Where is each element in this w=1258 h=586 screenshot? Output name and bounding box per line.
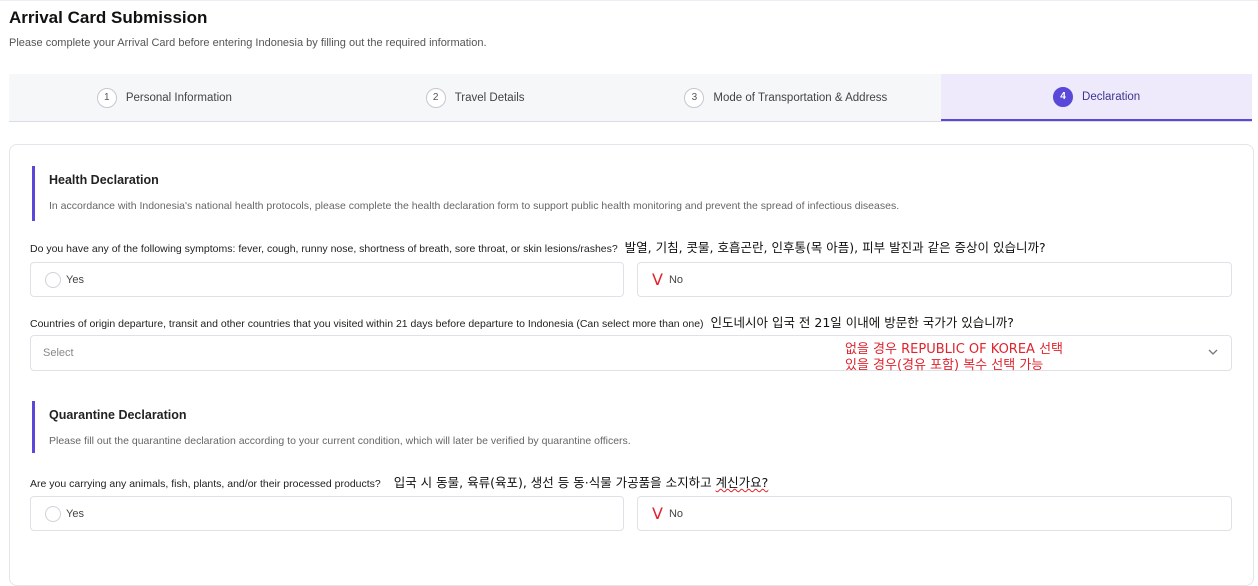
korean-note: 입국 시 동물, 육류(육포), 생선 등 동·식물 가공품을 소지하고 계신가… bbox=[394, 475, 769, 490]
symptoms-question: Do you have any of the following symptom… bbox=[30, 237, 1046, 256]
page-title: Arrival Card Submission bbox=[9, 8, 208, 27]
korean-note-tail: 계신가요? bbox=[715, 475, 769, 490]
option-label: No bbox=[668, 507, 684, 520]
question-text: Do you have any of the following symptom… bbox=[30, 243, 618, 255]
symptoms-no-option[interactable]: V No bbox=[637, 262, 1232, 297]
option-label: Yes bbox=[66, 507, 84, 520]
step-number: 1 bbox=[96, 87, 117, 108]
section-description: In accordance with Indonesia's national … bbox=[49, 200, 900, 212]
annotation-line: 없을 경우 REPUBLIC OF KOREA 선택 bbox=[845, 342, 1063, 357]
radio-icon bbox=[45, 505, 61, 522]
question-text: Countries of origin departure, transit a… bbox=[30, 318, 704, 330]
step-mode-of-transportation[interactable]: 3 Mode of Transportation & Address bbox=[631, 74, 942, 121]
step-declaration[interactable]: 4 Declaration bbox=[941, 74, 1252, 121]
radio-icon bbox=[45, 271, 61, 288]
checkmark-annotation: V bbox=[652, 270, 663, 289]
korean-note: 인도네시아 입국 전 21일 이내에 방문한 국가가 있습니까? bbox=[710, 315, 1014, 330]
question-text: Are you carrying any animals, fish, plan… bbox=[30, 478, 381, 490]
korean-note: 발열, 기침, 콧물, 호흡곤란, 인후통(목 아픔), 피부 발진과 같은 증… bbox=[624, 240, 1046, 255]
section-title: Health Declaration bbox=[49, 173, 159, 187]
step-label: Personal Information bbox=[125, 91, 232, 104]
step-label: Travel Details bbox=[454, 91, 525, 104]
animals-no-option[interactable]: V No bbox=[637, 496, 1232, 531]
korean-note-main: 입국 시 동물, 육류(육포), 생선 등 동·식물 가공품을 소지하고 bbox=[393, 475, 716, 490]
countries-question: Countries of origin departure, transit a… bbox=[30, 312, 1014, 331]
step-number: 2 bbox=[425, 87, 446, 108]
step-travel-details[interactable]: 2 Travel Details bbox=[320, 74, 631, 121]
annotation-line: 있을 경우(경유 포함) 복수 선택 가능 bbox=[845, 358, 1044, 373]
checkmark-annotation: V bbox=[652, 504, 663, 523]
annotation-note: 없을 경우 REPUBLIC OF KOREA 선택 있을 경우(경유 포함) … bbox=[845, 342, 1063, 374]
section-title: Quarantine Declaration bbox=[49, 408, 187, 422]
page-subtitle: Please complete your Arrival Card before… bbox=[9, 37, 487, 49]
option-label: Yes bbox=[66, 273, 84, 286]
chevron-down-icon bbox=[1208, 349, 1218, 355]
animals-yes-option[interactable]: Yes bbox=[30, 496, 624, 531]
symptoms-yes-option[interactable]: Yes bbox=[30, 262, 624, 297]
step-personal-information[interactable]: 1 Personal Information bbox=[9, 74, 320, 121]
health-declaration-header: Health Declaration In accordance with In… bbox=[32, 166, 1249, 221]
section-description: Please fill out the quarantine declarati… bbox=[49, 435, 631, 447]
quarantine-declaration-header: Quarantine Declaration Please fill out t… bbox=[32, 401, 1249, 453]
step-number: 3 bbox=[684, 87, 705, 108]
step-label: Mode of Transportation & Address bbox=[713, 91, 888, 104]
step-navigation: 1 Personal Information 2 Travel Details … bbox=[9, 74, 1252, 122]
select-placeholder: Select bbox=[43, 347, 74, 359]
top-divider bbox=[0, 0, 1258, 5]
option-label: No bbox=[668, 273, 684, 286]
step-number: 4 bbox=[1053, 86, 1074, 107]
animals-question: Are you carrying any animals, fish, plan… bbox=[30, 472, 768, 491]
step-label: Declaration bbox=[1082, 90, 1141, 103]
